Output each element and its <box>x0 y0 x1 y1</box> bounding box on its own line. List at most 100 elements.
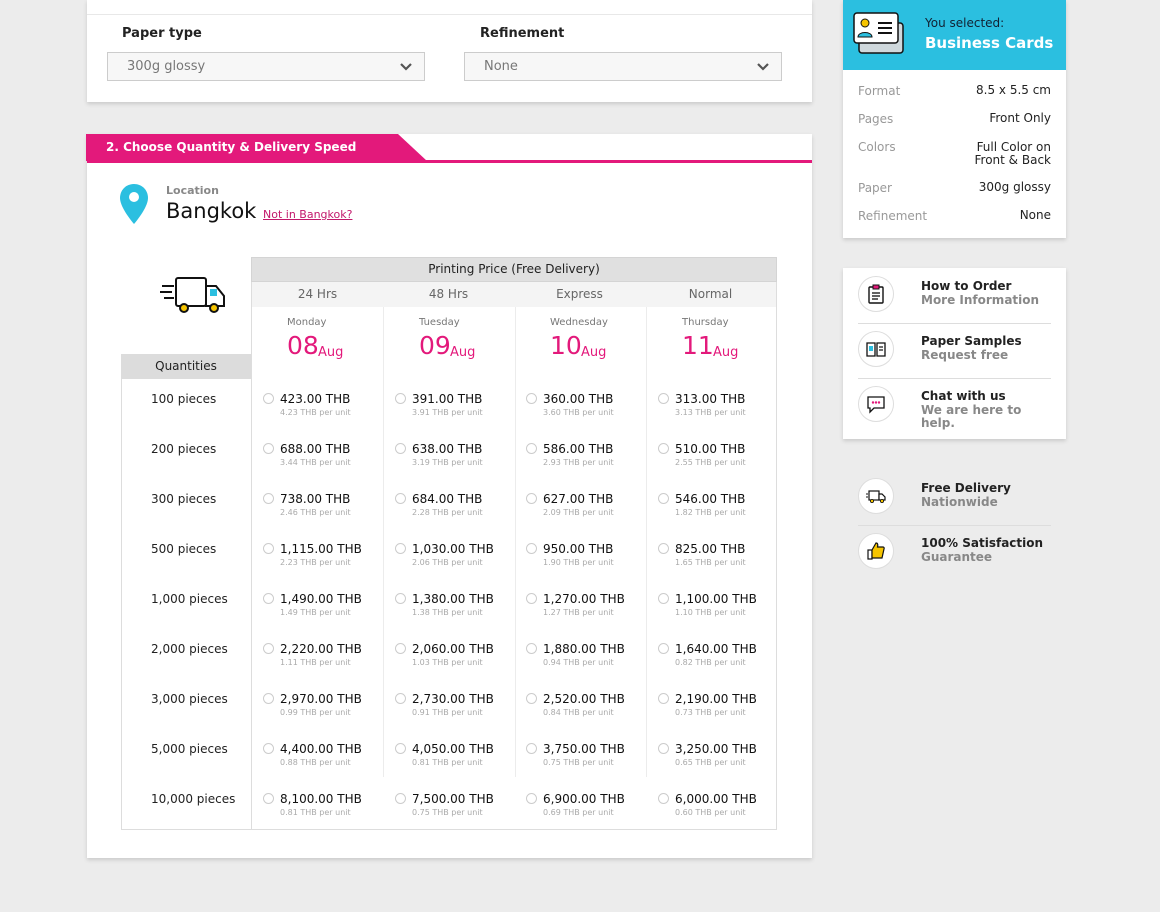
price-option[interactable]: 2,730.00 THB 0.91 THB per unit <box>395 692 515 724</box>
price-radio[interactable] <box>395 443 406 454</box>
price-option[interactable]: 738.00 THB 2.46 THB per unit <box>263 492 383 524</box>
truck-icon <box>160 277 225 313</box>
price-option[interactable]: 1,880.00 THB 0.94 THB per unit <box>526 642 646 674</box>
price-radio[interactable] <box>395 593 406 604</box>
price-radio[interactable] <box>526 393 537 404</box>
weekday: Monday <box>287 317 327 328</box>
price-radio[interactable] <box>526 643 537 654</box>
icon-circle <box>858 386 894 422</box>
price-option[interactable]: 510.00 THB 2.55 THB per unit <box>658 442 778 474</box>
price-radio[interactable] <box>658 743 669 754</box>
price-option[interactable]: 688.00 THB 3.44 THB per unit <box>263 442 383 474</box>
price-radio[interactable] <box>658 543 669 554</box>
paper-type-select[interactable]: 300g glossy <box>107 52 425 81</box>
price-option[interactable]: 627.00 THB 2.09 THB per unit <box>526 492 646 524</box>
price-option[interactable]: 1,640.00 THB 0.82 THB per unit <box>658 642 778 674</box>
price-radio[interactable] <box>395 543 406 554</box>
price-option[interactable]: 360.00 THB 3.60 THB per unit <box>526 392 646 424</box>
price-option[interactable]: 4,050.00 THB 0.81 THB per unit <box>395 742 515 774</box>
price-radio[interactable] <box>658 793 669 804</box>
how-to-order-link[interactable]: How to Order More Information <box>858 268 1051 324</box>
chat-link[interactable]: Chat with us We are here to help. <box>858 378 1051 433</box>
paper-samples-link[interactable]: Paper Samples Request free <box>858 323 1051 379</box>
price-radio[interactable] <box>263 393 274 404</box>
price-option[interactable]: 2,970.00 THB 0.99 THB per unit <box>263 692 383 724</box>
price-total: 4,050.00 THB <box>412 742 494 756</box>
price-radio[interactable] <box>263 543 274 554</box>
price-radio[interactable] <box>395 393 406 404</box>
price-radio[interactable] <box>263 593 274 604</box>
price-option[interactable]: 391.00 THB 3.91 THB per unit <box>395 392 515 424</box>
price-option[interactable]: 1,115.00 THB 2.23 THB per unit <box>263 542 383 574</box>
price-option[interactable]: 2,190.00 THB 0.73 THB per unit <box>658 692 778 724</box>
price-option[interactable]: 423.00 THB 4.23 THB per unit <box>263 392 383 424</box>
price-radio[interactable] <box>658 693 669 704</box>
price-option[interactable]: 1,100.00 THB 1.10 THB per unit <box>658 592 778 624</box>
price-radio[interactable] <box>395 793 406 804</box>
price-per-unit: 3.13 THB per unit <box>675 408 746 417</box>
refinement-select[interactable]: None <box>464 52 782 81</box>
help-title: Paper Samples <box>921 334 1022 348</box>
weekday: Wednesday <box>550 317 608 328</box>
price-radio[interactable] <box>395 643 406 654</box>
price-option[interactable]: 2,220.00 THB 1.11 THB per unit <box>263 642 383 674</box>
price-option[interactable]: 7,500.00 THB 0.75 THB per unit <box>395 792 515 824</box>
price-option[interactable]: 586.00 THB 2.93 THB per unit <box>526 442 646 474</box>
price-option[interactable]: 684.00 THB 2.28 THB per unit <box>395 492 515 524</box>
price-option[interactable]: 638.00 THB 3.19 THB per unit <box>395 442 515 474</box>
price-option[interactable]: 6,900.00 THB 0.69 THB per unit <box>526 792 646 824</box>
price-total: 510.00 THB <box>675 442 746 456</box>
price-per-unit: 2.93 THB per unit <box>543 458 614 467</box>
price-per-unit: 2.09 THB per unit <box>543 508 614 517</box>
change-location-link[interactable]: Not in Bangkok? <box>263 208 352 221</box>
price-option[interactable]: 1,270.00 THB 1.27 THB per unit <box>526 592 646 624</box>
price-radio[interactable] <box>263 493 274 504</box>
price-option[interactable]: 2,520.00 THB 0.84 THB per unit <box>526 692 646 724</box>
price-option[interactable]: 313.00 THB 3.13 THB per unit <box>658 392 778 424</box>
price-radio[interactable] <box>395 493 406 504</box>
price-radio[interactable] <box>263 443 274 454</box>
price-option[interactable]: 8,100.00 THB 0.81 THB per unit <box>263 792 383 824</box>
price-option[interactable]: 1,490.00 THB 1.49 THB per unit <box>263 592 383 624</box>
price-radio[interactable] <box>263 743 274 754</box>
price-total: 1,100.00 THB <box>675 592 757 606</box>
price-option[interactable]: 3,750.00 THB 0.75 THB per unit <box>526 742 646 774</box>
price-radio[interactable] <box>658 643 669 654</box>
price-per-unit: 3.60 THB per unit <box>543 408 614 417</box>
price-total: 423.00 THB <box>280 392 351 406</box>
price-total: 2,220.00 THB <box>280 642 362 656</box>
price-option[interactable]: 2,060.00 THB 1.03 THB per unit <box>395 642 515 674</box>
price-radio[interactable] <box>526 493 537 504</box>
help-subtitle: We are here to help. <box>921 403 1022 430</box>
price-radio[interactable] <box>263 643 274 654</box>
day-number: 08 <box>287 331 319 360</box>
chevron-down-icon <box>757 63 769 71</box>
price-radio[interactable] <box>263 693 274 704</box>
price-radio[interactable] <box>658 443 669 454</box>
price-radio[interactable] <box>395 743 406 754</box>
price-radio[interactable] <box>658 493 669 504</box>
price-option[interactable]: 4,400.00 THB 0.88 THB per unit <box>263 742 383 774</box>
price-option[interactable]: 546.00 THB 1.82 THB per unit <box>658 492 778 524</box>
price-radio[interactable] <box>526 743 537 754</box>
price-radio[interactable] <box>263 793 274 804</box>
price-option[interactable]: 3,250.00 THB 0.65 THB per unit <box>658 742 778 774</box>
price-radio[interactable] <box>526 593 537 604</box>
price-radio[interactable] <box>658 593 669 604</box>
price-option[interactable]: 6,000.00 THB 0.60 THB per unit <box>658 792 778 824</box>
price-option[interactable]: 1,380.00 THB 1.38 THB per unit <box>395 592 515 624</box>
price-total: 313.00 THB <box>675 392 746 406</box>
price-radio[interactable] <box>526 693 537 704</box>
price-total: 7,500.00 THB <box>412 792 494 806</box>
price-radio[interactable] <box>395 693 406 704</box>
price-option[interactable]: 1,030.00 THB 2.06 THB per unit <box>395 542 515 574</box>
price-radio[interactable] <box>526 543 537 554</box>
month: Aug <box>450 345 476 360</box>
price-per-unit: 1.11 THB per unit <box>280 658 351 667</box>
price-radio[interactable] <box>526 793 537 804</box>
price-radio[interactable] <box>658 393 669 404</box>
price-radio[interactable] <box>526 443 537 454</box>
feature-title: 100% Satisfaction <box>921 536 1044 550</box>
price-option[interactable]: 950.00 THB 1.90 THB per unit <box>526 542 646 574</box>
price-option[interactable]: 825.00 THB 1.65 THB per unit <box>658 542 778 574</box>
